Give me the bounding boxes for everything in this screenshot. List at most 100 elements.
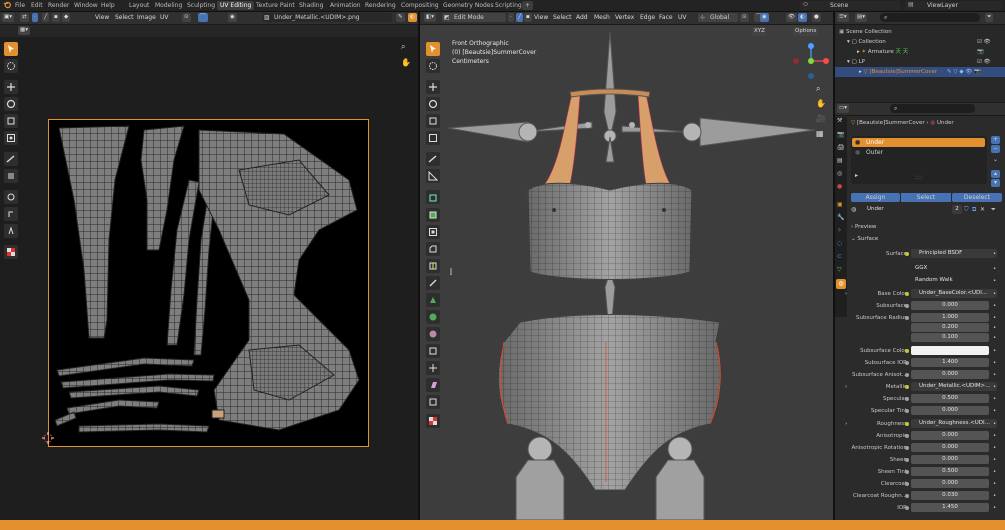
modifier-tab-icon[interactable]: 🔧 xyxy=(837,214,844,221)
outliner-item-summercover[interactable]: ▸ ▽ [Beautsie]SummerCover ✎ ▽ ◆ 👁 📷 xyxy=(835,67,1005,77)
keyframe-dot-icon[interactable]: • xyxy=(993,455,996,465)
material-slot-under[interactable]: ● Under xyxy=(852,138,985,147)
pin-icon[interactable]: ✎ xyxy=(396,13,405,22)
add-slot-icon[interactable]: + xyxy=(991,136,1000,144)
menu-help[interactable]: Help xyxy=(101,1,115,10)
preview-panel-header[interactable]: › Preview xyxy=(851,222,1001,232)
tool-tab-icon[interactable]: ⚒ xyxy=(837,117,842,124)
keyframe-dot-icon[interactable]: • xyxy=(993,467,996,477)
keyframe-dot-icon[interactable]: • xyxy=(993,301,996,311)
outliner-item-collection[interactable]: ▾ ▢ Collection ☑ 👁 📷 xyxy=(847,37,997,55)
keyframe-dot-icon[interactable]: • xyxy=(993,503,996,513)
material-slot-outer[interactable]: ● Outer xyxy=(852,148,985,157)
view-layer-tab-icon[interactable]: ▤ xyxy=(837,157,843,164)
edge-select-icon[interactable]: ╱ xyxy=(42,13,50,22)
tab-compositing[interactable]: Compositing xyxy=(398,1,442,10)
tab-layout[interactable]: Layout xyxy=(126,1,152,10)
filter-icon[interactable]: ⏷ xyxy=(985,13,994,22)
socket-icon[interactable] xyxy=(905,434,909,438)
pivot-icon[interactable]: ⊙ xyxy=(182,13,191,22)
number-field[interactable]: 0.000 xyxy=(911,455,989,464)
unlink-material-icon[interactable]: ✕ xyxy=(980,205,985,215)
list-expand-icon[interactable]: ▸ xyxy=(855,172,858,179)
select-tool-icon[interactable] xyxy=(4,42,18,56)
rotate-tool-icon[interactable] xyxy=(4,97,18,111)
socket-icon[interactable] xyxy=(905,397,909,401)
outliner-item-armature[interactable]: ▸ ✶ Armature 天 天 xyxy=(857,47,997,57)
expand-socket-icon[interactable]: › xyxy=(845,382,847,392)
tab-texture-paint[interactable]: Texture Paint xyxy=(253,1,298,10)
node-filter-icon[interactable]: ⏷ xyxy=(991,205,996,215)
keyframe-dot-icon[interactable]: • xyxy=(993,382,996,392)
surface-panel-header[interactable]: ⌄ Surface xyxy=(851,234,1001,244)
tab-geometry-nodes[interactable]: Geometry Nodes xyxy=(440,1,497,10)
menu-edit[interactable]: Edit xyxy=(31,1,43,10)
scene-selector[interactable]: ⬭ Scene xyxy=(800,1,900,10)
socket-icon[interactable] xyxy=(905,304,909,308)
keyframe-dot-icon[interactable]: • xyxy=(993,249,996,259)
render-result-icon[interactable]: ◐ xyxy=(408,13,417,22)
number-field[interactable]: 0.030 xyxy=(911,491,989,500)
number-field[interactable]: 1.450 xyxy=(911,503,989,512)
object-tab-icon[interactable]: ▣ xyxy=(837,201,843,208)
face-select-icon[interactable]: ▪ xyxy=(52,13,60,22)
pinch-tool-icon[interactable] xyxy=(4,224,18,238)
uv-2d-cursor-icon[interactable] xyxy=(42,432,54,444)
socket-icon[interactable] xyxy=(905,470,909,474)
output-tab-icon[interactable]: 🖨 xyxy=(837,144,845,151)
pan-hand-icon[interactable]: ✋ xyxy=(401,58,411,67)
keyframe-dot-icon[interactable]: • xyxy=(993,419,996,429)
socket-icon[interactable] xyxy=(905,506,909,510)
tab-sculpting[interactable]: Sculpting xyxy=(184,1,218,10)
socket-icon[interactable] xyxy=(905,316,909,320)
number-field[interactable]: 0.200 xyxy=(911,323,989,332)
annotate-tool-icon[interactable] xyxy=(4,152,18,166)
number-field[interactable]: 1.400 xyxy=(911,358,989,367)
socket-link-field[interactable]: Under_Roughness.<UDI... xyxy=(911,419,997,428)
keyframe-dot-icon[interactable]: • xyxy=(993,264,996,274)
number-field[interactable]: 0.000 xyxy=(911,443,989,452)
view-layer-selector[interactable]: ▤ ViewLayer xyxy=(905,1,1003,10)
socket-link-field[interactable]: Under_BaseColor.<UDI... xyxy=(911,289,997,298)
keyframe-dot-icon[interactable]: • xyxy=(993,333,996,343)
add-workspace-button[interactable]: + xyxy=(522,1,534,10)
scene-tab-icon[interactable]: ◎ xyxy=(837,170,842,177)
uv-menu-view[interactable]: View xyxy=(95,13,109,23)
outliner-item-lp[interactable]: ▾ ▢ LP ☑ 👁 📷 xyxy=(847,57,997,75)
transform-tool-icon[interactable] xyxy=(4,131,18,145)
socket-icon[interactable] xyxy=(905,494,909,498)
dropdown-field[interactable]: Random Walk xyxy=(911,276,993,285)
number-field[interactable]: 0.000 xyxy=(911,406,989,415)
keyframe-dot-icon[interactable]: • xyxy=(993,289,996,299)
outliner-search[interactable]: ⌕ xyxy=(880,13,980,22)
outliner-type-icon[interactable]: ☰▾ xyxy=(837,13,849,22)
socket-icon[interactable] xyxy=(905,373,909,377)
tab-shading[interactable]: Shading xyxy=(296,1,326,10)
color-swatch[interactable] xyxy=(911,346,989,355)
move-down-icon[interactable]: ▾ xyxy=(991,179,1000,187)
material-browse-icon[interactable]: ◍ xyxy=(851,205,856,215)
socket-link-field[interactable]: Under_Metallic.<UDIM>... xyxy=(911,382,997,391)
socket-icon[interactable] xyxy=(905,409,909,413)
tab-animation[interactable]: Animation xyxy=(327,1,364,10)
number-field[interactable]: 0.500 xyxy=(911,467,989,476)
keyframe-dot-icon[interactable]: • xyxy=(993,406,996,416)
number-field[interactable]: 1.000 xyxy=(911,313,989,322)
render-tab-icon[interactable]: 📷 xyxy=(837,131,844,138)
menu-window[interactable]: Window xyxy=(74,1,98,10)
number-field[interactable]: 0.000 xyxy=(911,431,989,440)
physics-tab-icon[interactable]: ◌ xyxy=(837,240,842,247)
tab-modeling[interactable]: Modeling xyxy=(152,1,185,10)
socket-icon[interactable] xyxy=(905,422,909,426)
menu-file[interactable]: File xyxy=(15,1,25,10)
move-up-icon[interactable]: ▴ xyxy=(991,170,1000,178)
number-field[interactable]: 0.000 xyxy=(911,370,989,379)
keyframe-dot-icon[interactable]: • xyxy=(993,346,996,356)
outliner-item-scene-collection[interactable]: ▣ Scene Collection xyxy=(839,27,999,37)
keyframe-dot-icon[interactable]: • xyxy=(993,491,996,501)
socket-icon[interactable] xyxy=(905,482,909,486)
keyframe-dot-icon[interactable]: • xyxy=(993,431,996,441)
list-resize-handle-icon[interactable]: :::: xyxy=(915,174,923,181)
snap-icon[interactable]: ⌒ xyxy=(198,13,208,22)
data-tab-icon[interactable]: ▽ xyxy=(837,266,842,273)
